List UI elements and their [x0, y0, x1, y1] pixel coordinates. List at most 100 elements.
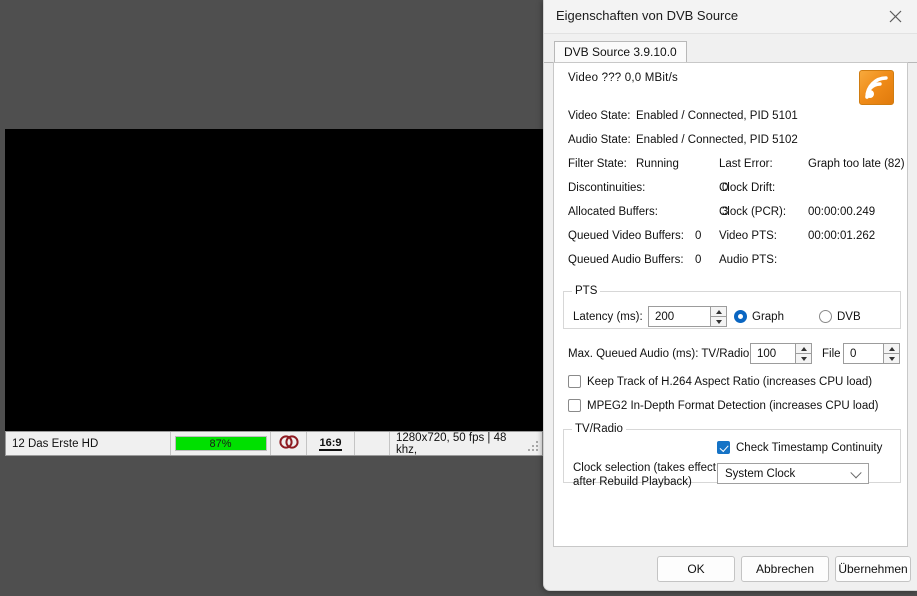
screen: 12 Das Erste HD 87% 16:9 1280x720, 50 fp… [0, 0, 917, 596]
apply-button-label: Übernehmen [838, 562, 908, 576]
tvradio-group-legend: TV/Radio [575, 423, 623, 435]
latency-decrement-button[interactable] [710, 317, 727, 327]
tab-strip: DVB Source 3.9.10.0 [544, 40, 917, 63]
latency-stepper[interactable]: 200 [648, 306, 727, 327]
channel-label: 12 Das Erste HD [12, 437, 99, 450]
dvb-source-properties-dialog: Eigenschaften von DVB Source DVB Source … [543, 0, 917, 591]
pts-group: PTS Latency (ms): 200 Graph DVB [563, 285, 901, 329]
discontinuities-label: Discontinuities: [568, 182, 646, 194]
status-channel-name: 12 Das Erste HD [6, 432, 171, 455]
radio-dvb-label: DVB [837, 310, 861, 323]
video-state-value: Enabled / Connected, PID 5101 [636, 110, 798, 122]
radio-dvb[interactable]: DVB [819, 310, 861, 323]
checkbox-h264-aspect-ratio[interactable]: Keep Track of H.264 Aspect Ratio (increa… [568, 375, 872, 388]
signal-strength-bar: 87% [174, 436, 267, 451]
latency-increment-button[interactable] [710, 306, 727, 317]
radio-dvb-indicator [819, 310, 832, 323]
arrow-down-icon [800, 356, 807, 361]
dialog-button-bar: OK Abbrechen Übernehmen [544, 548, 917, 590]
file-queue-input[interactable]: 0 [843, 343, 883, 364]
checkbox-mpeg2-format-detection-label: MPEG2 In-Depth Format Detection (increas… [587, 399, 879, 412]
checkbox-h264-aspect-ratio-label: Keep Track of H.264 Aspect Ratio (increa… [587, 375, 873, 388]
tvradio-queue-stepper-buttons[interactable] [795, 343, 812, 364]
ok-button[interactable]: OK [657, 556, 735, 582]
dvb-signal-wave-icon [859, 70, 894, 105]
video-player-window: 12 Das Erste HD 87% 16:9 1280x720, 50 fp… [5, 129, 543, 456]
radio-graph-label: Graph [752, 310, 784, 323]
queued-video-buffers-label: Queued Video Buffers: [568, 230, 684, 242]
row-video-state: Video State: Enabled / Connected, PID 51… [554, 110, 907, 134]
ok-button-label: OK [687, 562, 705, 576]
checkbox-check-timestamp-continuity-label: Check Timestamp Continuity [736, 441, 883, 454]
aspect-ratio-badge: 16:9 [319, 436, 342, 451]
status-list: Video State: Enabled / Connected, PID 51… [554, 110, 907, 278]
queued-audio-buffers-label: Queued Audio Buffers: [568, 254, 684, 266]
filter-state-label: Filter State: [568, 158, 627, 170]
file-queue-stepper-buttons[interactable] [883, 343, 900, 364]
clock-selection-value: System Clock [725, 467, 796, 480]
tvradio-queue-stepper[interactable]: 100 [750, 343, 812, 364]
row-queued-audio-buffers: Queued Audio Buffers: 0 Audio PTS: [554, 254, 907, 278]
cancel-button[interactable]: Abbrechen [741, 556, 829, 582]
tvradio-queue-input[interactable]: 100 [750, 343, 795, 364]
radio-graph[interactable]: Graph [734, 310, 784, 323]
checkbox-mpeg2-format-detection-box [568, 399, 581, 412]
bitrate-line: Video ??? 0,0 MBit/s [568, 72, 678, 84]
apply-button[interactable]: Übernehmen [835, 556, 911, 582]
latency-label: Latency (ms): [573, 311, 643, 323]
file-queue-increment-button[interactable] [883, 343, 900, 354]
pts-group-legend: PTS [575, 285, 598, 297]
status-signal-cell: 87% [171, 432, 271, 455]
status-spacer-cell [355, 432, 390, 455]
row-filter-state: Filter State: Running Last Error: Graph … [554, 158, 907, 182]
arrow-up-icon [888, 346, 895, 351]
last-error-value: Graph too late (82) [808, 158, 905, 170]
checkbox-check-timestamp-continuity[interactable]: Check Timestamp Continuity [717, 441, 882, 454]
status-stream-info-cell: 1280x720, 50 fps | 48 khz, [390, 431, 542, 456]
player-status-bar: 12 Das Erste HD 87% 16:9 1280x720, 50 fp… [5, 431, 543, 456]
latency-stepper-buttons[interactable] [710, 306, 727, 327]
clock-drift-label: Clock Drift: [719, 182, 776, 194]
clock-selection-label-line2: after Rebuild Playback) [573, 476, 692, 488]
clock-selection-dropdown[interactable]: System Clock [717, 463, 869, 484]
dvb-source-panel: Video ??? 0,0 MBit/s Video State: Enable… [553, 62, 908, 547]
clock-pcr-value: 00:00:00.249 [808, 206, 876, 218]
tvradio-queue-decrement-button[interactable] [795, 354, 812, 364]
video-pts-value: 00:00:01.262 [808, 230, 876, 242]
checkbox-check-timestamp-continuity-box [717, 441, 730, 454]
file-queue-stepper[interactable]: 0 [843, 343, 900, 364]
status-audio-mode-cell [271, 432, 307, 455]
arrow-down-icon [888, 356, 895, 361]
radio-graph-indicator [734, 310, 747, 323]
tvradio-group: TV/Radio Check Timestamp Continuity Cloc… [563, 423, 901, 488]
row-queued-video-buffers: Queued Video Buffers: 0 Video PTS: 00:00… [554, 230, 907, 254]
file-queue-decrement-button[interactable] [883, 354, 900, 364]
queued-video-buffers-value: 0 [695, 230, 702, 242]
close-icon[interactable] [873, 0, 917, 32]
max-queued-audio-label: Max. Queued Audio (ms): TV/Radio [568, 348, 750, 360]
tab-dvb-source[interactable]: DVB Source 3.9.10.0 [554, 41, 687, 63]
resize-grip-icon[interactable] [528, 441, 539, 452]
row-allocated-buffers: Allocated Buffers: 3 Clock (PCR): 00:00:… [554, 206, 907, 230]
audio-state-label: Audio State: [568, 134, 631, 146]
latency-input[interactable]: 200 [648, 306, 710, 327]
arrow-up-icon [800, 346, 807, 351]
audio-pts-label: Audio PTS: [719, 254, 778, 266]
checkbox-mpeg2-format-detection[interactable]: MPEG2 In-Depth Format Detection (increas… [568, 399, 878, 412]
tab-dvb-source-label: DVB Source 3.9.10.0 [564, 45, 677, 59]
status-aspect-cell: 16:9 [307, 432, 355, 455]
stream-info-label: 1280x720, 50 fps | 48 khz, [396, 431, 507, 456]
allocated-buffers-label: Allocated Buffers: [568, 206, 658, 218]
filter-state-value: Running [636, 158, 679, 170]
file-queue-label: File [822, 348, 841, 360]
stereo-icon [278, 435, 300, 452]
clock-pcr-label: Clock (PCR): [719, 206, 787, 218]
queued-audio-buffers-value: 0 [695, 254, 702, 266]
checkbox-h264-aspect-ratio-box [568, 375, 581, 388]
video-surface[interactable] [5, 129, 543, 431]
video-pts-label: Video PTS: [719, 230, 777, 242]
cancel-button-label: Abbrechen [755, 562, 815, 576]
row-audio-state: Audio State: Enabled / Connected, PID 51… [554, 134, 907, 158]
arrow-down-icon [715, 319, 722, 324]
tvradio-queue-increment-button[interactable] [795, 343, 812, 354]
